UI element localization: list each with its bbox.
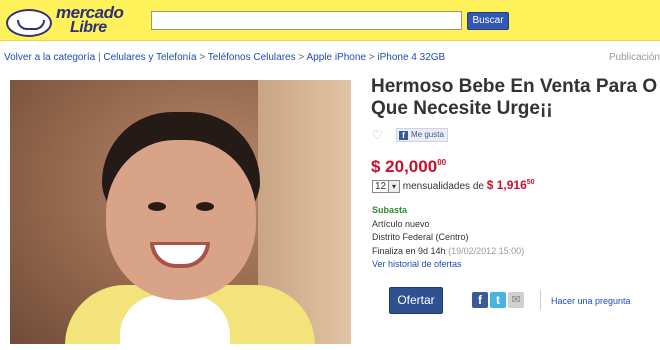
item-location: Distrito Federal (Centro) [372,232,469,242]
breadcrumb-item-apple-iphone[interactable]: Apple iPhone [306,52,366,63]
installments-row: 12 mensualidades de $ 1,91650 [372,178,535,193]
header-bar: mercado Libre Buscar [0,0,660,41]
mail-icon[interactable]: ✉ [508,292,524,308]
installments-select[interactable]: 12 [372,179,400,193]
breadcrumb-back-link[interactable]: Volver a la categoría [4,52,95,63]
auction-end: Finaliza en 9d 14h (19/02/2012 15:00) [372,245,524,259]
installments-label: mensualidades de [402,181,484,192]
breadcrumb-separator: > [368,52,375,63]
bid-button[interactable]: Ofertar [389,287,443,314]
installment-amount: $ 1,91650 [487,178,535,192]
listing-title: Hermoso Bebe En Venta Para O Que Necesit… [371,76,660,120]
twitter-icon[interactable]: t [490,292,506,308]
facebook-icon[interactable]: f [472,292,488,308]
price-cents: 00 [437,158,447,167]
heart-icon[interactable]: ♡ [372,128,383,142]
breadcrumb-item-iphone-4-32gb[interactable]: iPhone 4 32GB [377,52,445,63]
facebook-mini-icon: f [399,131,408,140]
like-label: Me gusta [411,130,444,139]
logo-text-line1: mercado [56,3,124,22]
breadcrumb-separator: > [199,52,206,63]
product-photo[interactable] [10,80,351,344]
installment-main: $ 1,916 [486,178,527,192]
publication-label: Publicación [608,52,660,63]
bid-history-link[interactable]: Ver historial de ofertas [372,258,524,272]
ends-date: (19/02/2012 15:00) [448,245,525,256]
facebook-like-button[interactable]: f Me gusta [396,128,448,142]
divider [540,290,541,310]
breadcrumb-item-celulares-telefonia[interactable]: Celulares y Telefonía [103,52,196,63]
installment-cents: 50 [526,179,535,186]
breadcrumb-separator: | [97,52,101,63]
breadcrumb: Volver a la categoría | Celulares y Tele… [4,52,445,63]
share-icons: f t ✉ [472,292,526,310]
breadcrumb-item-telefonos-celulares[interactable]: Teléfonos Celulares [208,52,296,63]
search-input[interactable] [151,11,462,30]
breadcrumb-separator: > [298,52,305,63]
item-condition: Artículo nuevo [372,218,430,229]
logo-text-line2: Libre [70,19,107,36]
sale-type: Subasta [372,205,408,215]
search-button[interactable]: Buscar [467,12,509,30]
price: $ 20,00000 [371,157,446,177]
listing-details: Subasta Artículo nuevo Distrito Federal … [372,204,524,272]
mercadolibre-logo[interactable]: mercado Libre [4,3,139,39]
listing-title-line2: Que Necesite Urge¡¡ [371,98,553,119]
ask-question-link[interactable]: Hacer una pregunta [551,296,631,306]
listing-title-line1: Hermoso Bebe En Venta Para O [371,76,658,97]
handshake-icon [6,9,52,37]
price-main: $ 20,000 [371,157,438,176]
ends-label: Finaliza en 9d 14h [372,245,446,256]
